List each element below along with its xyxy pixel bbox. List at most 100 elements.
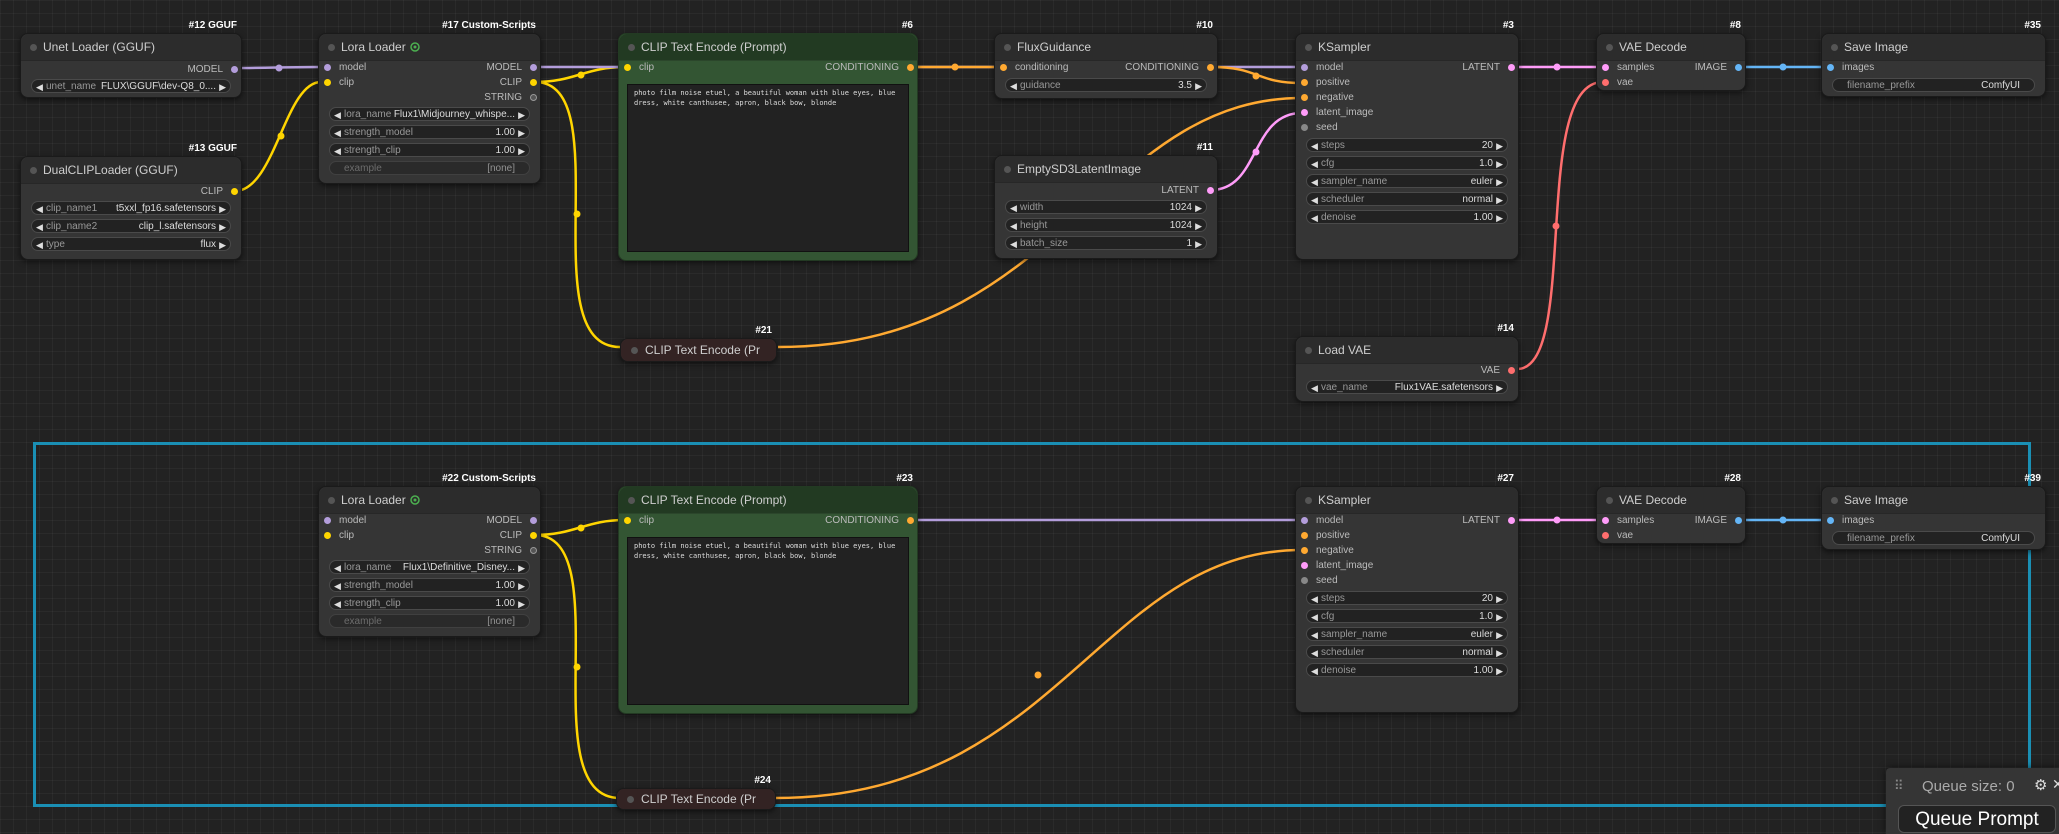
output-conditioning[interactable]: CONDITIONING — [825, 61, 917, 75]
reroute-dot[interactable] — [1252, 148, 1260, 156]
arrow-right-icon[interactable]: ▶ — [1496, 646, 1503, 660]
input-model[interactable]: model — [1296, 514, 1343, 528]
reroute-dot[interactable] — [1252, 72, 1260, 80]
collapse-dot-icon[interactable] — [328, 497, 335, 504]
arrow-right-icon[interactable]: ▶ — [1496, 664, 1503, 678]
arrow-right-icon[interactable]: ▶ — [1496, 211, 1503, 225]
input-vae[interactable]: vae — [1597, 529, 1745, 543]
input-latent-image[interactable]: latent_image — [1296, 106, 1518, 120]
input-model[interactable]: model — [1296, 61, 1343, 75]
input-positive[interactable]: positive — [1296, 529, 1518, 543]
input-negative[interactable]: negative — [1296, 91, 1518, 105]
arrow-right-icon[interactable]: ▶ — [219, 202, 226, 216]
node-ksampler[interactable]: #27 KSampler model LATENT positive negat… — [1295, 473, 1519, 713]
node-empty-latent-image[interactable]: #11 EmptySD3LatentImage LATENT ◀ width 102… — [994, 142, 1218, 259]
arrow-left-icon[interactable]: ◀ — [36, 80, 43, 94]
widget-steps[interactable]: ◀ steps 20 ▶ — [1306, 138, 1508, 152]
output-model[interactable]: MODEL — [486, 61, 540, 75]
arrow-left-icon[interactable]: ◀ — [1010, 201, 1017, 215]
widget-lora-name[interactable]: ◀ lora_name Flux1\Definitive_Disney... ▶ — [329, 560, 530, 574]
arrow-right-icon[interactable]: ▶ — [1496, 175, 1503, 189]
node-clip-text-encode-collapsed[interactable]: #21 CLIP Text Encode (Pr — [620, 325, 777, 362]
widget-height[interactable]: ◀ height 1024 ▶ — [1005, 218, 1207, 232]
collapse-dot-icon[interactable] — [1831, 497, 1838, 504]
output-model[interactable]: MODEL — [187, 63, 241, 77]
node-ksampler[interactable]: #3 KSampler model LATENT positive negati… — [1295, 20, 1519, 260]
port-dot-icon[interactable] — [1508, 367, 1515, 374]
arrow-left-icon[interactable]: ◀ — [1010, 237, 1017, 251]
widget-filename-prefix[interactable]: filename_prefix ComfyUI — [1832, 78, 2035, 92]
arrow-right-icon[interactable]: ▶ — [1195, 219, 1202, 233]
port-dot-icon[interactable] — [1301, 547, 1308, 554]
output-string[interactable]: STRING — [484, 544, 540, 558]
node-vae-decode[interactable]: #28 VAE Decode samples IMAGE vae — [1596, 473, 1746, 544]
port-dot-icon[interactable] — [1301, 517, 1308, 524]
queue-prompt-button[interactable]: Queue Prompt — [1898, 805, 2056, 833]
arrow-right-icon[interactable]: ▶ — [1496, 628, 1503, 642]
widget-cfg[interactable]: ◀ cfg 1.0 ▶ — [1306, 609, 1508, 623]
output-string[interactable]: STRING — [484, 91, 540, 105]
arrow-left-icon[interactable]: ◀ — [1311, 381, 1318, 395]
port-dot-icon[interactable] — [624, 64, 631, 71]
input-latent-image[interactable]: latent_image — [1296, 559, 1518, 573]
port-dot-icon[interactable] — [1000, 64, 1007, 71]
node-title[interactable]: Save Image — [1822, 34, 2045, 61]
arrow-left-icon[interactable]: ◀ — [1311, 592, 1318, 606]
port-dot-icon[interactable] — [1207, 187, 1214, 194]
reroute-dot[interactable] — [951, 63, 959, 71]
arrow-right-icon[interactable]: ▶ — [1496, 193, 1503, 207]
node-title[interactable]: KSampler — [1296, 34, 1518, 61]
node-title[interactable]: VAE Decode — [1597, 34, 1745, 61]
widget-steps[interactable]: ◀ steps 20 ▶ — [1306, 591, 1508, 605]
collapse-dot-icon[interactable] — [1305, 44, 1312, 51]
reroute-dot[interactable] — [1779, 63, 1787, 71]
arrow-right-icon[interactable]: ▶ — [1496, 381, 1503, 395]
arrow-left-icon[interactable]: ◀ — [334, 126, 341, 140]
port-dot-icon[interactable] — [530, 517, 537, 524]
port-dot-icon[interactable] — [907, 64, 914, 71]
node-title[interactable]: CLIP Text Encode (Prompt) — [619, 34, 917, 61]
collapse-dot-icon[interactable] — [628, 497, 635, 504]
widget-type[interactable]: ◀ type flux ▶ — [31, 237, 231, 251]
widget-clip-name2[interactable]: ◀ clip_name2 clip_l.safetensors ▶ — [31, 219, 231, 233]
input-positive[interactable]: positive — [1296, 76, 1518, 90]
port-dot-icon[interactable] — [1301, 577, 1308, 584]
port-dot-icon[interactable] — [324, 64, 331, 71]
node-title[interactable]: DualCLIPLoader (GGUF) — [21, 157, 241, 184]
input-vae[interactable]: vae — [1597, 76, 1745, 90]
port-dot-icon[interactable] — [1301, 64, 1308, 71]
port-dot-icon[interactable] — [1602, 532, 1609, 539]
arrow-right-icon[interactable]: ▶ — [1195, 201, 1202, 215]
arrow-right-icon[interactable]: ▶ — [1496, 610, 1503, 624]
arrow-right-icon[interactable]: ▶ — [219, 220, 226, 234]
port-dot-icon[interactable] — [1735, 64, 1742, 71]
reroute-dot[interactable] — [277, 132, 285, 140]
input-conditioning[interactable]: conditioning — [995, 61, 1068, 75]
port-dot-icon[interactable] — [231, 66, 238, 73]
input-seed[interactable]: seed — [1296, 574, 1518, 588]
drag-handle-icon[interactable]: ⠿ — [1894, 778, 1904, 794]
output-model[interactable]: MODEL — [486, 514, 540, 528]
widget-denoise[interactable]: ◀ denoise 1.00 ▶ — [1306, 210, 1508, 224]
widget-batch-size[interactable]: ◀ batch_size 1 ▶ — [1005, 236, 1207, 250]
node-title[interactable]: Unet Loader (GGUF) — [21, 34, 241, 61]
node-title[interactable]: EmptySD3LatentImage — [995, 156, 1217, 183]
node-save-image[interactable]: #39 Save Image images filename_prefix Com… — [1821, 473, 2046, 550]
node-title[interactable]: FluxGuidance — [995, 34, 1217, 61]
collapse-dot-icon[interactable] — [1004, 44, 1011, 51]
input-samples[interactable]: samples — [1597, 61, 1654, 75]
widget-guidance[interactable]: ◀ guidance 3.5 ▶ — [1005, 78, 1207, 92]
port-dot-icon[interactable] — [1301, 79, 1308, 86]
arrow-left-icon[interactable]: ◀ — [1311, 139, 1318, 153]
port-dot-icon[interactable] — [530, 532, 537, 539]
arrow-left-icon[interactable]: ◀ — [1311, 175, 1318, 189]
node-title[interactable]: CLIP Text Encode (Pr — [617, 789, 775, 809]
arrow-right-icon[interactable]: ▶ — [518, 561, 525, 575]
reroute-dot[interactable] — [275, 64, 283, 72]
port-dot-icon[interactable] — [1301, 562, 1308, 569]
node-unet-loader[interactable]: #12 GGUF Unet Loader (GGUF) MODEL ◀ unet_… — [20, 20, 242, 98]
collapse-dot-icon[interactable] — [30, 44, 37, 51]
arrow-left-icon[interactable]: ◀ — [334, 108, 341, 122]
arrow-left-icon[interactable]: ◀ — [334, 597, 341, 611]
reroute-dot[interactable] — [1552, 222, 1560, 230]
